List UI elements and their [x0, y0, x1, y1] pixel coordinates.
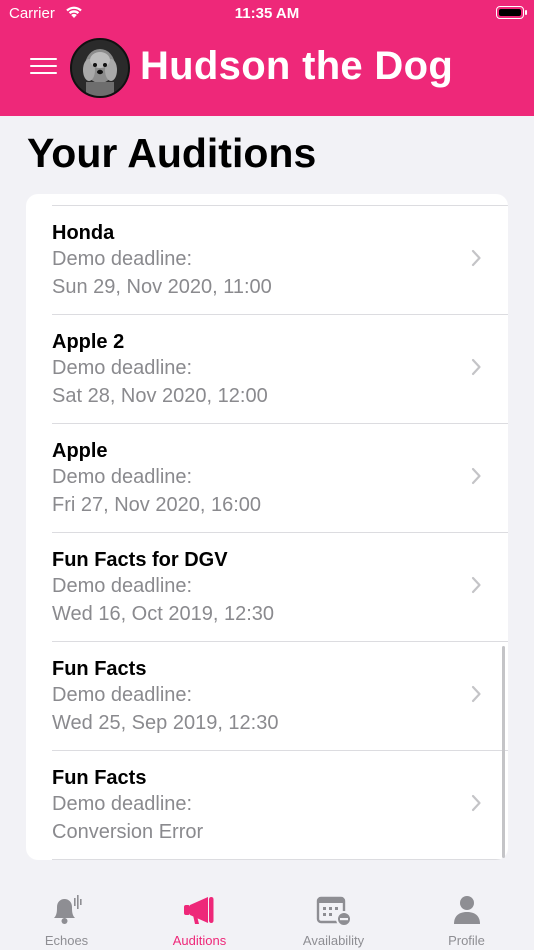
row-divider: [52, 205, 508, 206]
audition-row[interactable]: Fun Facts Demo deadline: Conversion Erro…: [26, 750, 508, 859]
deadline-label: Demo deadline:: [52, 793, 193, 815]
row-divider: [52, 314, 508, 315]
app-header: Carrier 11:35 AM Hudson the Dog: [0, 0, 534, 116]
person-icon: [453, 896, 480, 924]
audition-name: Fun Facts: [52, 767, 147, 789]
audition-row[interactable]: Fun Facts for DGV Demo deadline: Wed 16,…: [26, 532, 508, 641]
row-divider: [52, 532, 508, 533]
chevron-right-icon: [471, 358, 481, 376]
status-bar: Carrier 11:35 AM: [0, 0, 534, 28]
tab-echoes[interactable]: Echoes: [0, 882, 133, 950]
tab-availability[interactable]: Availability: [267, 882, 400, 950]
menu-icon[interactable]: [30, 58, 58, 78]
deadline-date: Fri 27, Nov 2020, 16:00: [52, 494, 262, 516]
deadline-label: Demo deadline:: [52, 357, 193, 379]
tab-bar: Echoes Auditions Availability Profile: [0, 882, 534, 950]
tab-label: Profile: [448, 933, 485, 948]
bell-icon: [53, 895, 82, 924]
page-title: Your Auditions: [27, 130, 317, 176]
list-end-divider: [26, 859, 508, 860]
audition-name: Apple 2: [52, 331, 125, 353]
deadline-label: Demo deadline:: [52, 248, 193, 270]
battery-icon: [496, 6, 524, 19]
scrollbar[interactable]: [502, 646, 505, 858]
deadline-date: Sat 28, Nov 2020, 12:00: [52, 385, 268, 407]
chevron-right-icon: [471, 467, 481, 485]
chevron-right-icon: [471, 685, 481, 703]
deadline-label: Demo deadline:: [52, 466, 193, 488]
profile-name-heading: Hudson the Dog: [140, 44, 454, 88]
audition-row[interactable]: Honda Demo deadline: Sun 29, Nov 2020, 1…: [26, 205, 508, 314]
row-divider: [52, 423, 508, 424]
chevron-right-icon: [471, 249, 481, 267]
chevron-right-icon: [471, 794, 481, 812]
dog-photo-icon: [72, 40, 128, 96]
deadline-date: Wed 16, Oct 2019, 12:30: [52, 603, 275, 625]
tab-profile[interactable]: Profile: [400, 882, 533, 950]
battery-tip: [525, 10, 527, 15]
row-divider: [52, 750, 508, 751]
deadline-date: Conversion Error: [52, 821, 204, 843]
chevron-right-icon: [471, 576, 481, 594]
audition-name: Honda: [52, 222, 115, 244]
avatar[interactable]: [70, 38, 130, 98]
audition-row[interactable]: Apple 2 Demo deadline: Sat 28, Nov 2020,…: [26, 314, 508, 423]
audition-name: Fun Facts: [52, 658, 147, 680]
audition-name: Fun Facts for DGV: [52, 549, 228, 571]
deadline-label: Demo deadline:: [52, 575, 193, 597]
megaphone-icon: [183, 897, 213, 924]
status-time: 11:35 AM: [234, 5, 300, 22]
audition-row[interactable]: Fun Facts Demo deadline: Wed 25, Sep 201…: [26, 641, 508, 750]
row-divider: [52, 641, 508, 642]
audition-name: Apple: [52, 440, 108, 462]
calendar-icon: [316, 896, 352, 926]
deadline-label: Demo deadline:: [52, 684, 193, 706]
tab-label: Auditions: [172, 933, 227, 948]
deadline-date: Sun 29, Nov 2020, 11:00: [52, 276, 272, 298]
tab-label: Echoes: [44, 933, 89, 948]
tab-auditions[interactable]: Auditions: [133, 882, 266, 950]
deadline-date: Wed 25, Sep 2019, 12:30: [52, 712, 279, 734]
auditions-list: Honda Demo deadline: Sun 29, Nov 2020, 1…: [26, 194, 508, 860]
tab-label: Availability: [302, 933, 365, 948]
audition-row[interactable]: Apple Demo deadline: Fri 27, Nov 2020, 1…: [26, 423, 508, 532]
